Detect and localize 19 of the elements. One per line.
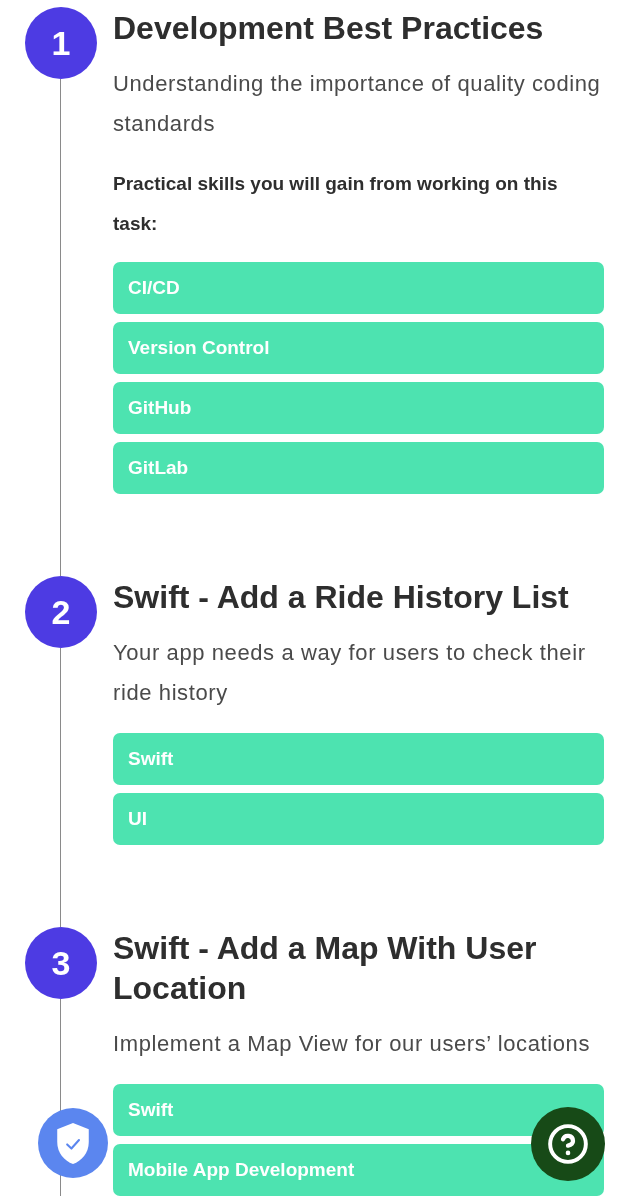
skill-tag: Version Control (113, 322, 604, 374)
step-description: Implement a Map View for our users’ locations (113, 1030, 591, 1058)
skill-tag: Swift (113, 733, 604, 785)
step-number: 3 (25, 927, 97, 999)
step-description: Your app needs a way for users to check their ride history (113, 639, 587, 707)
shield-check-icon (57, 1122, 89, 1164)
skill-tag: CI/CD (113, 262, 604, 314)
step-title: Development Best Practices (113, 9, 545, 48)
skill-tag: GitHub (113, 382, 604, 434)
step-number: 1 (25, 7, 97, 79)
step-title: Swift - Add a Ride History List (113, 578, 570, 617)
step-number: 2 (25, 576, 97, 648)
step-title: Swift - Add a Map With User Location (113, 929, 538, 1008)
skill-tag: GitLab (113, 442, 604, 494)
step-description: Understanding the importance of quality coding standards (113, 70, 602, 138)
skills-heading: Practical skills you will gain from working on this task: (113, 172, 559, 236)
help-icon (548, 1124, 588, 1164)
skill-tag: Swift (113, 1084, 604, 1136)
skill-tag: UI (113, 793, 604, 845)
